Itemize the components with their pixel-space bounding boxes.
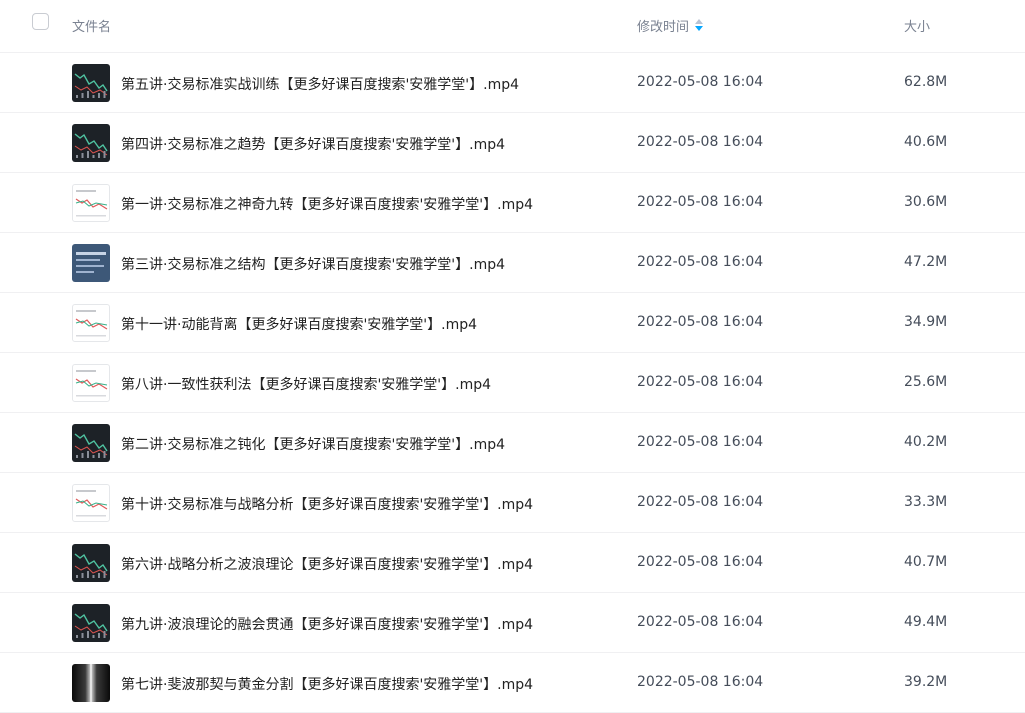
file-size: 30.6M (904, 194, 948, 210)
video-thumbnail[interactable] (72, 364, 110, 402)
file-modified-time: 2022-05-08 16:04 (637, 494, 764, 510)
file-row[interactable]: 第二讲·交易标准之钝化【更多好课百度搜索'安雅学堂'】.mp4 2022-05-… (0, 413, 1025, 473)
file-name[interactable]: 第十讲·交易标准与战略分析【更多好课百度搜索'安雅学堂'】.mp4 (121, 494, 533, 514)
file-size: 40.6M (904, 134, 948, 150)
file-modified-time: 2022-05-08 16:04 (637, 314, 764, 330)
file-name[interactable]: 第十一讲·动能背离【更多好课百度搜索'安雅学堂'】.mp4 (121, 314, 477, 334)
video-thumbnail[interactable] (72, 304, 110, 342)
file-name[interactable]: 第六讲·战略分析之波浪理论【更多好课百度搜索'安雅学堂'】.mp4 (121, 554, 533, 574)
video-thumbnail[interactable] (72, 184, 110, 222)
file-row[interactable]: 第十一讲·动能背离【更多好课百度搜索'安雅学堂'】.mp4 2022-05-08… (0, 293, 1025, 353)
file-list: 第五讲·交易标准实战训练【更多好课百度搜索'安雅学堂'】.mp4 2022-05… (0, 53, 1025, 713)
file-name[interactable]: 第五讲·交易标准实战训练【更多好课百度搜索'安雅学堂'】.mp4 (121, 74, 519, 94)
video-thumbnail[interactable] (72, 484, 110, 522)
file-row[interactable]: 第六讲·战略分析之波浪理论【更多好课百度搜索'安雅学堂'】.mp4 2022-0… (0, 533, 1025, 593)
file-row[interactable]: 第八讲·一致性获利法【更多好课百度搜索'安雅学堂'】.mp4 2022-05-0… (0, 353, 1025, 413)
column-header-size[interactable]: 大小 (904, 16, 930, 35)
file-modified-time: 2022-05-08 16:04 (637, 614, 764, 630)
video-thumbnail[interactable] (72, 244, 110, 282)
file-modified-time: 2022-05-08 16:04 (637, 374, 764, 390)
file-size: 25.6M (904, 374, 948, 390)
file-size: 39.2M (904, 674, 948, 690)
file-row[interactable]: 第一讲·交易标准之神奇九转【更多好课百度搜索'安雅学堂'】.mp4 2022-0… (0, 173, 1025, 233)
file-row[interactable]: 第七讲·斐波那契与黄金分割【更多好课百度搜索'安雅学堂'】.mp4 2022-0… (0, 653, 1025, 713)
file-size: 40.7M (904, 554, 948, 570)
video-thumbnail[interactable] (72, 64, 110, 102)
video-thumbnail[interactable] (72, 664, 110, 702)
file-modified-time: 2022-05-08 16:04 (637, 194, 764, 210)
file-name[interactable]: 第三讲·交易标准之结构【更多好课百度搜索'安雅学堂'】.mp4 (121, 254, 505, 274)
file-modified-time: 2022-05-08 16:04 (637, 554, 764, 570)
file-row[interactable]: 第五讲·交易标准实战训练【更多好课百度搜索'安雅学堂'】.mp4 2022-05… (0, 53, 1025, 113)
file-name[interactable]: 第四讲·交易标准之趋势【更多好课百度搜索'安雅学堂'】.mp4 (121, 134, 505, 154)
column-header-name[interactable]: 文件名 (72, 16, 111, 35)
file-row[interactable]: 第三讲·交易标准之结构【更多好课百度搜索'安雅学堂'】.mp4 2022-05-… (0, 233, 1025, 293)
video-thumbnail[interactable] (72, 544, 110, 582)
file-size: 47.2M (904, 254, 948, 270)
file-name[interactable]: 第一讲·交易标准之神奇九转【更多好课百度搜索'安雅学堂'】.mp4 (121, 194, 533, 214)
file-row[interactable]: 第四讲·交易标准之趋势【更多好课百度搜索'安雅学堂'】.mp4 2022-05-… (0, 113, 1025, 173)
file-modified-time: 2022-05-08 16:04 (637, 254, 764, 270)
file-modified-time: 2022-05-08 16:04 (637, 74, 764, 90)
file-row[interactable]: 第十讲·交易标准与战略分析【更多好课百度搜索'安雅学堂'】.mp4 2022-0… (0, 473, 1025, 533)
file-row[interactable]: 第九讲·波浪理论的融会贯通【更多好课百度搜索'安雅学堂'】.mp4 2022-0… (0, 593, 1025, 653)
video-thumbnail[interactable] (72, 424, 110, 462)
file-size: 33.3M (904, 494, 948, 510)
select-all-checkbox[interactable] (32, 13, 49, 30)
sort-desc-icon[interactable] (694, 18, 704, 33)
video-thumbnail[interactable] (72, 604, 110, 642)
file-size: 62.8M (904, 74, 948, 90)
file-modified-time: 2022-05-08 16:04 (637, 674, 764, 690)
column-header-modified-label: 修改时间 (637, 20, 690, 35)
file-size: 49.4M (904, 614, 948, 630)
file-size: 34.9M (904, 314, 948, 330)
file-name[interactable]: 第七讲·斐波那契与黄金分割【更多好课百度搜索'安雅学堂'】.mp4 (121, 674, 533, 694)
file-modified-time: 2022-05-08 16:04 (637, 134, 764, 150)
column-header-modified[interactable]: 修改时间 (637, 16, 704, 35)
file-size: 40.2M (904, 434, 948, 450)
file-name[interactable]: 第九讲·波浪理论的融会贯通【更多好课百度搜索'安雅学堂'】.mp4 (121, 614, 533, 634)
file-name[interactable]: 第八讲·一致性获利法【更多好课百度搜索'安雅学堂'】.mp4 (121, 374, 491, 394)
file-list-header: 文件名 修改时间 大小 (0, 0, 1025, 53)
file-modified-time: 2022-05-08 16:04 (637, 434, 764, 450)
video-thumbnail[interactable] (72, 124, 110, 162)
file-name[interactable]: 第二讲·交易标准之钝化【更多好课百度搜索'安雅学堂'】.mp4 (121, 434, 505, 454)
